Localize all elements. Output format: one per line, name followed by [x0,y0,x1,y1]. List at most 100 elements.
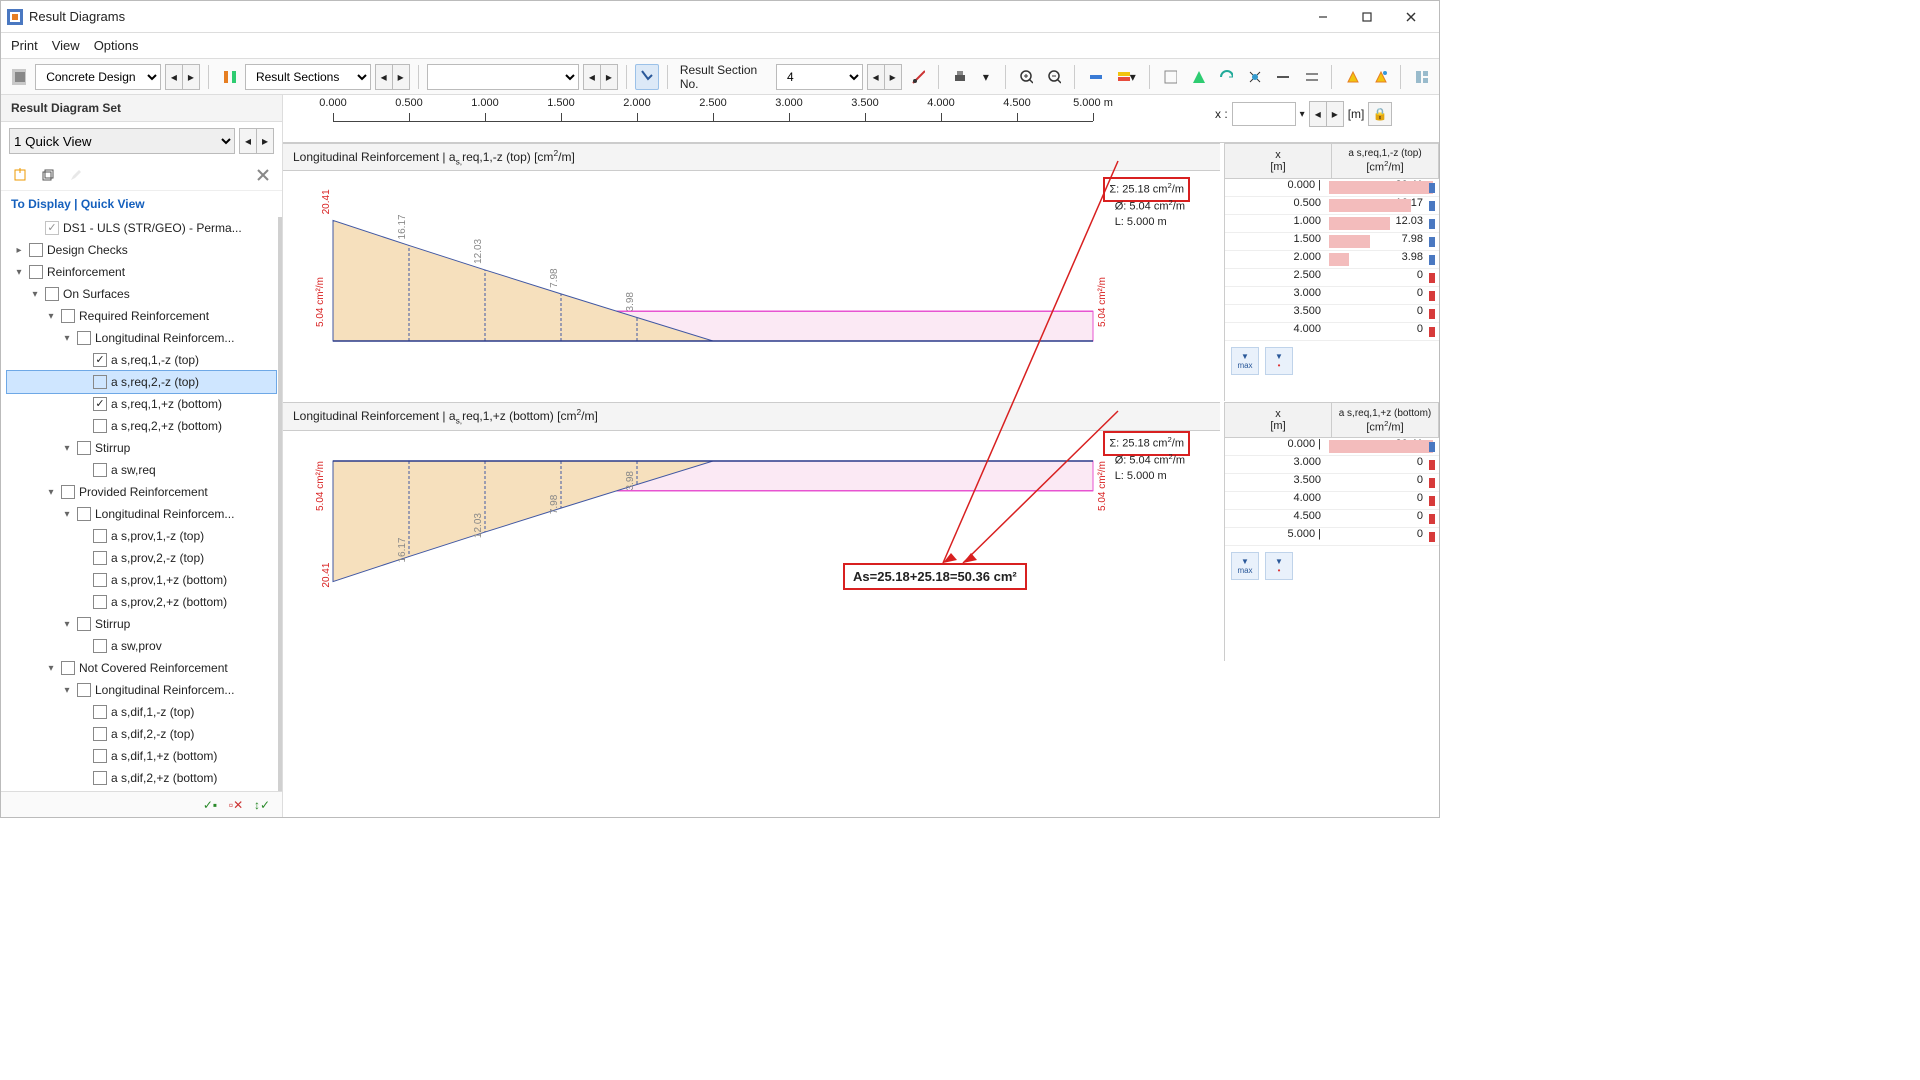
tree-aswprov[interactable]: a sw,prov [7,635,276,657]
filter-max-button[interactable]: ▼max [1231,552,1259,580]
tree-design-checks[interactable]: ▸Design Checks [7,239,276,261]
tree-required-reinf[interactable]: ▾Required Reinforcement [7,305,276,327]
main-toolbar: Concrete Design ◂ ▸ Result Sections ◂ ▸ … [1,59,1439,95]
zoom-in-button[interactable] [1014,64,1038,90]
tree-asprov2-bot[interactable]: a s,prov,2,+z (bottom) [7,591,276,613]
pick-in-model-button[interactable] [635,64,659,90]
toggle-button-d[interactable] [1242,64,1266,90]
table-row[interactable]: 4.000 0 [1225,492,1439,510]
tree-stirrup-prov[interactable]: ▾Stirrup [7,613,276,635]
table-row[interactable]: 2.500 0 [1225,269,1439,287]
tree-reinforcement[interactable]: ▾Reinforcement [7,261,276,283]
tree-stirrup-req[interactable]: ▾Stirrup [7,437,276,459]
table-row[interactable]: 0.000 |20.41 [1225,438,1439,456]
menu-view[interactable]: View [52,38,80,53]
qv-prev-button[interactable]: ◂ [239,128,257,154]
maximize-button[interactable] [1345,2,1389,32]
table-row[interactable]: 3.000 0 [1225,287,1439,305]
new-set-button[interactable] [9,164,31,186]
table-row[interactable]: 3.500 0 [1225,305,1439,323]
sections-next-button[interactable]: ▸ [392,64,410,90]
minimize-button[interactable] [1301,2,1345,32]
toggle-button-f[interactable] [1299,64,1323,90]
tree-asreq1-top[interactable]: a s,req,1,-z (top) [7,349,276,371]
filter-max-button[interactable]: ▼max [1231,347,1259,375]
svg-text:20.41: 20.41 [321,189,332,214]
design-type-select[interactable]: Concrete Design [35,64,161,90]
titlebar: Result Diagrams [1,1,1439,33]
filter-point-button[interactable]: ▼• [1265,552,1293,580]
copy-set-button[interactable] [37,164,59,186]
tree-asreq2-top[interactable]: a s,req,2,-z (top) [7,371,276,393]
table-row[interactable]: 4.500 0 [1225,510,1439,528]
section-no-select[interactable]: 4 [776,64,863,90]
table-row[interactable]: 3.500 0 [1225,474,1439,492]
tree-asreq2-bot[interactable]: a s,req,2,+z (bottom) [7,415,276,437]
sections-prev-button[interactable]: ◂ [375,64,393,90]
zoom-out-button[interactable] [1042,64,1066,90]
model-button-1[interactable] [1340,64,1364,90]
table-row[interactable]: 2.000 3.98 [1225,251,1439,269]
invert-check-button[interactable]: ↕✓ [252,795,272,815]
delete-set-button[interactable] [252,164,274,186]
layout-button[interactable] [1409,64,1433,90]
tree-ds1[interactable]: DS1 - ULS (STR/GEO) - Perma... [7,217,276,239]
x-next-button[interactable]: ▸ [1326,101,1344,127]
blank-select[interactable] [427,64,579,90]
table-row[interactable]: 0.500 16.17 [1225,197,1439,215]
filter-point-button[interactable]: ▼• [1265,347,1293,375]
tree-asprov2-top[interactable]: a s,prov,2,-z (top) [7,547,276,569]
tree-asprov1-bot[interactable]: a s,prov,1,+z (bottom) [7,569,276,591]
svg-text:12.03: 12.03 [473,512,484,537]
close-button[interactable] [1389,2,1433,32]
tree-aswreq[interactable]: a sw,req [7,459,276,481]
blank-next-button[interactable]: ▸ [600,64,618,90]
print-dropdown[interactable]: ▾ [975,64,997,90]
tree-notcov-reinf[interactable]: ▾Not Covered Reinforcement [7,657,276,679]
tree-asreq1-bot[interactable]: a s,req,1,+z (bottom) [7,393,276,415]
table-row[interactable]: 0.000 |20.41 [1225,179,1439,197]
tree-asdif2-bot[interactable]: a s,dif,2,+z (bottom) [7,767,276,789]
menu-options[interactable]: Options [94,38,139,53]
table-row[interactable]: 4.000 0 [1225,323,1439,341]
tree-asprov1-top[interactable]: a s,prov,1,-z (top) [7,525,276,547]
design-next-button[interactable]: ▸ [182,64,200,90]
ruler: 0.0000.5001.0001.5002.0002.5003.0003.500… [283,95,1209,143]
tree-long-reinf-dif[interactable]: ▾Longitudinal Reinforcem... [7,679,276,701]
design-prev-button[interactable]: ◂ [165,64,183,90]
x-input[interactable] [1232,102,1296,126]
table-row[interactable]: 5.000 |0 [1225,528,1439,546]
edit-section-button[interactable] [906,64,930,90]
menu-print[interactable]: Print [11,38,38,53]
edit-set-button[interactable] [65,164,87,186]
x-lock-button[interactable]: 🔒 [1368,102,1392,126]
tree-long-reinf-req[interactable]: ▾Longitudinal Reinforcem... [7,327,276,349]
toggle-button-e[interactable] [1270,64,1294,90]
toggle-button-b[interactable] [1186,64,1210,90]
table-row[interactable]: 1.500 7.98 [1225,233,1439,251]
x-prev-button[interactable]: ◂ [1309,101,1327,127]
table-row[interactable]: 1.000 12.03 [1225,215,1439,233]
quickview-select[interactable]: 1 Quick View [9,128,235,154]
table-row[interactable]: 3.000 0 [1225,456,1439,474]
check-all-button[interactable]: ✓▪ [200,795,220,815]
tree-asdif2-top[interactable]: a s,dif,2,-z (top) [7,723,276,745]
qv-next-button[interactable]: ▸ [256,128,274,154]
toggle-button-a[interactable] [1158,64,1182,90]
sectno-next-button[interactable]: ▸ [884,64,902,90]
style-button-1[interactable] [1083,64,1107,90]
sections-select[interactable]: Result Sections [245,64,371,90]
print-button[interactable] [947,64,971,90]
sectno-prev-button[interactable]: ◂ [867,64,885,90]
blank-prev-button[interactable]: ◂ [583,64,601,90]
tree-asdif1-bot[interactable]: a s,dif,1,+z (bottom) [7,745,276,767]
tree-asdif1-top[interactable]: a s,dif,1,-z (top) [7,701,276,723]
model-button-2[interactable] [1368,64,1392,90]
tree-provided-reinf[interactable]: ▾Provided Reinforcement [7,481,276,503]
uncheck-all-button[interactable]: ▫✕ [226,795,246,815]
tree-long-reinf-prov[interactable]: ▾Longitudinal Reinforcem... [7,503,276,525]
toggle-button-c[interactable] [1214,64,1238,90]
display-tree[interactable]: DS1 - ULS (STR/GEO) - Perma... ▸Design C… [1,217,282,791]
tree-on-surfaces[interactable]: ▾On Surfaces [7,283,276,305]
style-button-2[interactable]: ▾ [1111,64,1141,90]
